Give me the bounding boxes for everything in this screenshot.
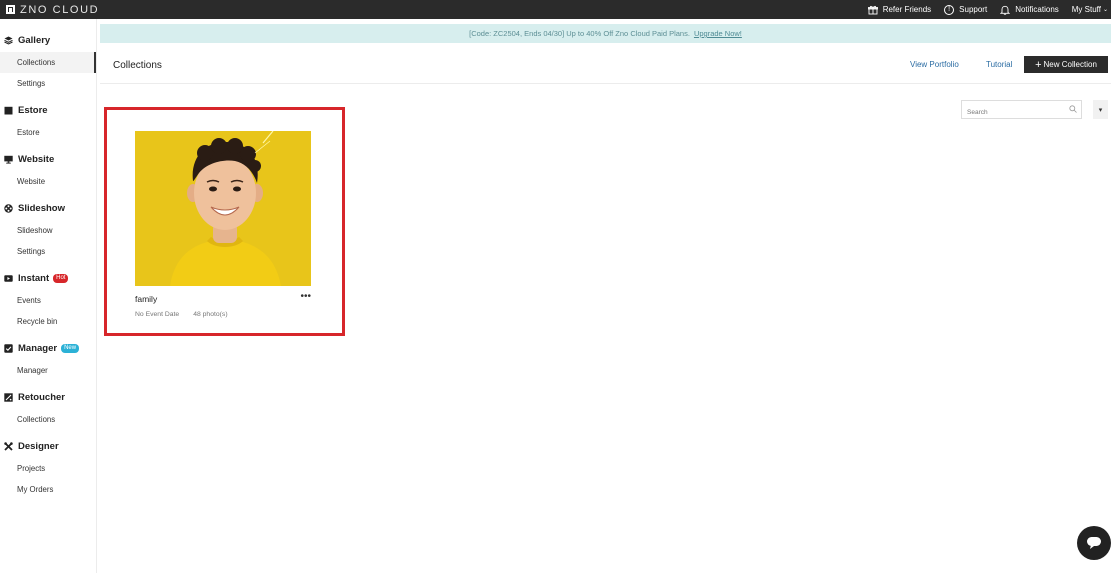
store-icon (4, 106, 13, 115)
sidebar-section-label: Retoucher (18, 391, 65, 403)
sidebar-item-slideshow[interactable]: Slideshow (0, 220, 96, 241)
search-input[interactable] (962, 104, 1062, 121)
top-bar: ZNO CLOUD Refer Friends ! Support Notifi… (0, 0, 1111, 19)
sidebar-item-projects[interactable]: Projects (0, 458, 96, 479)
upgrade-now-link[interactable]: Upgrade Now! (694, 29, 742, 38)
logo-text: ZNO CLOUD (20, 3, 100, 16)
search-box (961, 100, 1082, 121)
page-title: Collections (113, 60, 162, 71)
sidebar-section-slideshow[interactable]: Slideshow (0, 196, 96, 220)
collection-name[interactable]: family (135, 294, 157, 304)
caret-down-icon: ▾ (1098, 106, 1103, 114)
sidebar-section-label: Designer (18, 440, 59, 452)
sidebar-section-manager[interactable]: Manager New (0, 336, 96, 360)
sidebar-section-retoucher[interactable]: Retoucher (0, 385, 96, 409)
refer-friends-link[interactable]: Refer Friends (867, 5, 932, 15)
sidebar-section-label: Website (18, 153, 55, 165)
boy-portrait-photo (135, 131, 311, 286)
new-collection-label: New Collection (1043, 60, 1097, 69)
my-stuff-menu[interactable]: My Stuff ⌄ (1072, 5, 1108, 14)
collection-event-date: No Event Date (135, 311, 180, 318)
sidebar-section-designer[interactable]: Designer (0, 434, 96, 458)
sidebar-item-website[interactable]: Website (0, 171, 96, 192)
tutorial-link[interactable]: Tutorial (986, 60, 1012, 69)
collection-thumbnail[interactable] (135, 131, 311, 286)
sidebar-section-label: Slideshow (18, 202, 65, 214)
view-portfolio-link[interactable]: View Portfolio (910, 60, 959, 69)
refer-friends-label: Refer Friends (882, 5, 932, 14)
sidebar-item-gallery-settings[interactable]: Settings (0, 73, 96, 94)
sidebar: Gallery Collections Settings Estore Esto… (0, 19, 97, 573)
sidebar-item-retoucher-collections[interactable]: Collections (0, 409, 96, 430)
sidebar-section-label: Instant (18, 272, 50, 284)
page-header: Collections View Portfolio Tutorial + Ne… (100, 46, 1111, 84)
retouch-brush-icon (4, 392, 13, 402)
sidebar-item-events[interactable]: Events (0, 290, 96, 311)
hot-badge: Hot (53, 273, 69, 283)
plus-icon: + (1035, 58, 1042, 71)
sidebar-section-label: Gallery (18, 34, 51, 46)
sidebar-section-website[interactable]: Website (0, 147, 96, 171)
gift-icon (867, 5, 878, 14)
sidebar-item-manager[interactable]: Manager (0, 360, 96, 381)
promo-text: [Code: ZC2504, Ends 04/30] Up to 40% Off… (469, 29, 690, 38)
new-collection-button[interactable]: + New Collection (1024, 56, 1108, 73)
more-options-icon[interactable]: ••• (300, 292, 311, 302)
new-badge: New (61, 343, 80, 353)
sidebar-section-estore[interactable]: Estore (0, 98, 96, 122)
video-camera-icon (4, 274, 13, 283)
search-icon[interactable] (1069, 105, 1077, 113)
collection-photo-count: 48 photo(s) (193, 311, 228, 318)
support-link[interactable]: ! Support (944, 4, 988, 15)
sidebar-section-label: Manager (18, 342, 58, 354)
collection-card[interactable]: family ••• No Event Date 48 photo(s) (135, 131, 311, 318)
sidebar-item-estore[interactable]: Estore (0, 122, 96, 143)
chevron-down-icon: ⌄ (1102, 7, 1108, 13)
sidebar-section-gallery[interactable]: Gallery (0, 28, 96, 52)
design-tools-icon (4, 441, 13, 451)
promo-banner: [Code: ZC2504, Ends 04/30] Up to 40% Off… (100, 24, 1111, 43)
sidebar-item-gallery-collections[interactable]: Collections (0, 52, 96, 73)
sidebar-section-instant[interactable]: Instant Hot (0, 266, 96, 290)
chat-bubble-icon (1087, 537, 1101, 549)
notifications-link[interactable]: Notifications (1000, 5, 1059, 15)
top-nav: Refer Friends ! Support Notifications My… (867, 4, 1111, 15)
sidebar-section-label: Estore (18, 104, 48, 116)
logo-mark-icon (6, 5, 15, 14)
monitor-icon (4, 155, 13, 164)
my-stuff-label: My Stuff (1071, 5, 1101, 14)
zno-logo[interactable]: ZNO CLOUD (6, 4, 99, 16)
sidebar-item-my-orders[interactable]: My Orders (0, 479, 96, 500)
support-label: Support (959, 5, 988, 14)
sidebar-item-slideshow-settings[interactable]: Settings (0, 241, 96, 262)
checkbox-icon (4, 343, 13, 353)
sidebar-item-recycle-bin[interactable]: Recycle bin (0, 311, 96, 332)
info-icon: ! (944, 4, 955, 15)
notifications-label: Notifications (1015, 5, 1059, 14)
collection-meta: No Event Date 48 photo(s) (135, 311, 228, 318)
sort-dropdown-button[interactable]: ▾ (1093, 100, 1108, 119)
gallery-stack-icon (4, 36, 13, 45)
chat-support-button[interactable] (1077, 526, 1111, 560)
bell-icon (1000, 5, 1011, 15)
film-reel-icon (4, 203, 13, 213)
